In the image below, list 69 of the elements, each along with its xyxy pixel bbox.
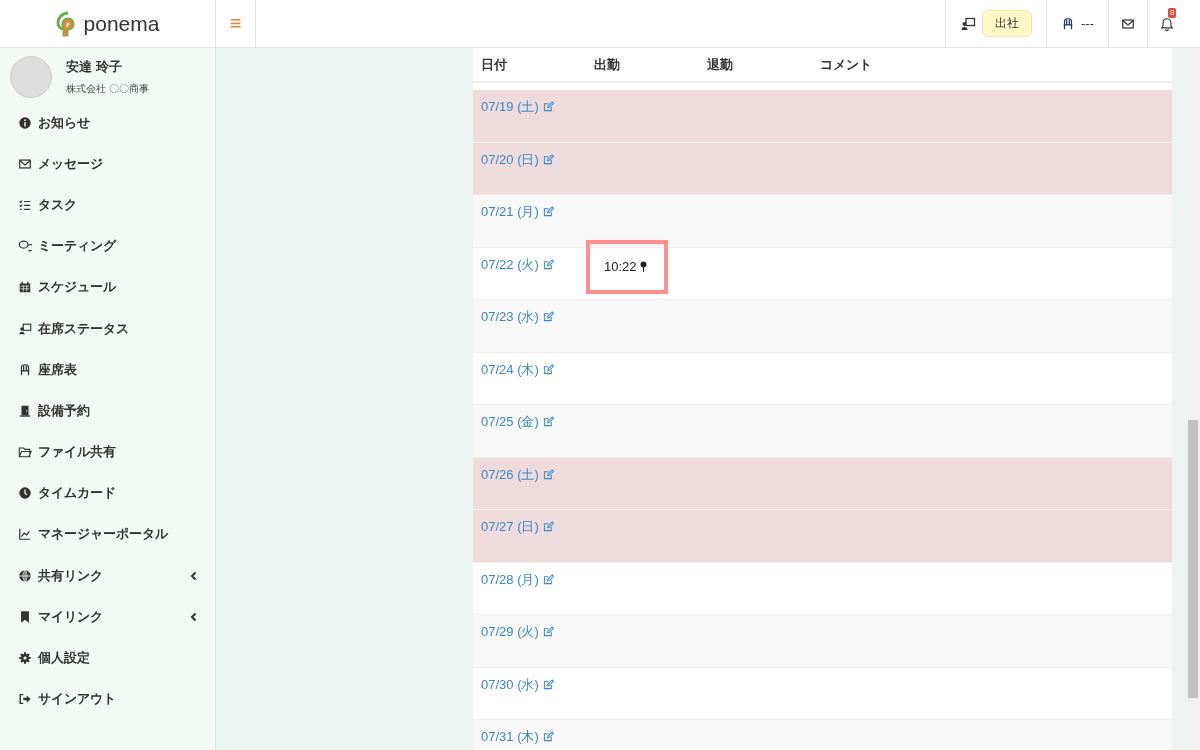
date-link[interactable]: 07/28 (月) <box>481 570 539 589</box>
menu-icon <box>18 568 32 583</box>
clock-in-time: 10:22 <box>604 259 637 274</box>
edit-icon[interactable] <box>542 311 554 322</box>
sidebar-item[interactable]: 設備予約 <box>0 390 215 432</box>
menu-icon <box>18 403 32 418</box>
sidebar-item[interactable]: サインアウト <box>0 678 215 720</box>
column-header: 退勤 <box>707 55 734 74</box>
menu-icon <box>18 486 32 501</box>
date-link[interactable]: 07/29 (火) <box>481 623 539 641</box>
sidebar-item[interactable]: マネージャーポータル <box>0 513 215 556</box>
column-header: 日付 <box>481 55 508 74</box>
menu-icon <box>18 156 32 171</box>
edit-icon[interactable] <box>542 258 554 270</box>
date-link[interactable]: 07/21 (月) <box>481 203 539 221</box>
edit-icon[interactable] <box>542 416 554 427</box>
menu-icon <box>18 280 32 295</box>
edit-icon[interactable] <box>542 626 554 637</box>
menu-icon <box>18 321 32 336</box>
edit-icon[interactable] <box>542 363 554 375</box>
sidebar-item[interactable]: 在席ステータス <box>0 307 215 350</box>
sidebar-item[interactable]: スケジュール <box>0 266 215 308</box>
sidebar-item[interactable]: お知らせ <box>0 102 215 144</box>
mail-icon[interactable] <box>1121 16 1135 31</box>
edit-icon[interactable] <box>542 731 554 742</box>
scrollbar[interactable] <box>1186 48 1200 750</box>
edit-icon[interactable] <box>542 678 554 690</box>
menu-icon <box>18 362 32 377</box>
notification-badge: 8 <box>1168 8 1177 18</box>
seat-text[interactable]: --- <box>1081 16 1094 31</box>
sidebar-item[interactable]: メッセージ <box>0 143 215 185</box>
sidebar-item[interactable]: 個人設定 <box>0 637 215 679</box>
date-link[interactable]: 07/23 (水) <box>481 308 539 326</box>
column-header: コメント <box>820 55 873 74</box>
sidebar-item[interactable]: ファイル共有 <box>0 431 215 473</box>
menu-icon <box>18 651 32 666</box>
sidebar-item[interactable]: タスク <box>0 184 215 226</box>
avatar-circle <box>10 56 52 98</box>
edit-icon[interactable] <box>542 206 554 217</box>
date-link[interactable]: 07/31 (木) <box>481 728 539 746</box>
menu-icon <box>18 692 32 707</box>
edit-icon[interactable] <box>542 101 554 112</box>
column-header: 出勤 <box>594 55 621 74</box>
logo-text: ponema <box>83 11 160 36</box>
company-name: 株式会社 〇〇商事 <box>66 82 149 96</box>
sidebar-item[interactable]: 共有リンク <box>0 555 215 597</box>
menu-icon <box>18 115 32 130</box>
edit-icon[interactable] <box>542 468 554 480</box>
chair-icon <box>1061 15 1075 32</box>
user-name: 安達 玲子 <box>66 58 123 76</box>
status-badge[interactable]: 出社 <box>982 10 1032 37</box>
edit-icon[interactable] <box>542 153 554 165</box>
date-link[interactable]: 07/22 (火) <box>481 255 539 274</box>
bell-icon[interactable] <box>1160 15 1174 32</box>
sidebar-item[interactable]: マイリンク <box>0 596 215 638</box>
date-link[interactable]: 07/25 (金) <box>481 413 539 431</box>
edit-icon[interactable] <box>542 573 554 585</box>
menu-icon <box>18 527 32 542</box>
date-link[interactable]: 07/24 (木) <box>481 360 539 379</box>
sidebar-item[interactable]: ミーティング <box>0 225 215 267</box>
menu-icon <box>18 445 32 460</box>
menu-icon <box>18 239 32 254</box>
sidebar-item[interactable]: 座席表 <box>0 349 215 391</box>
pin-icon <box>639 260 647 273</box>
presence-icon <box>960 15 976 32</box>
edit-icon[interactable] <box>542 521 554 532</box>
menu-icon <box>18 609 32 624</box>
date-link[interactable]: 07/30 (水) <box>481 675 539 694</box>
sidebar-item[interactable]: タイムカード <box>0 472 215 514</box>
